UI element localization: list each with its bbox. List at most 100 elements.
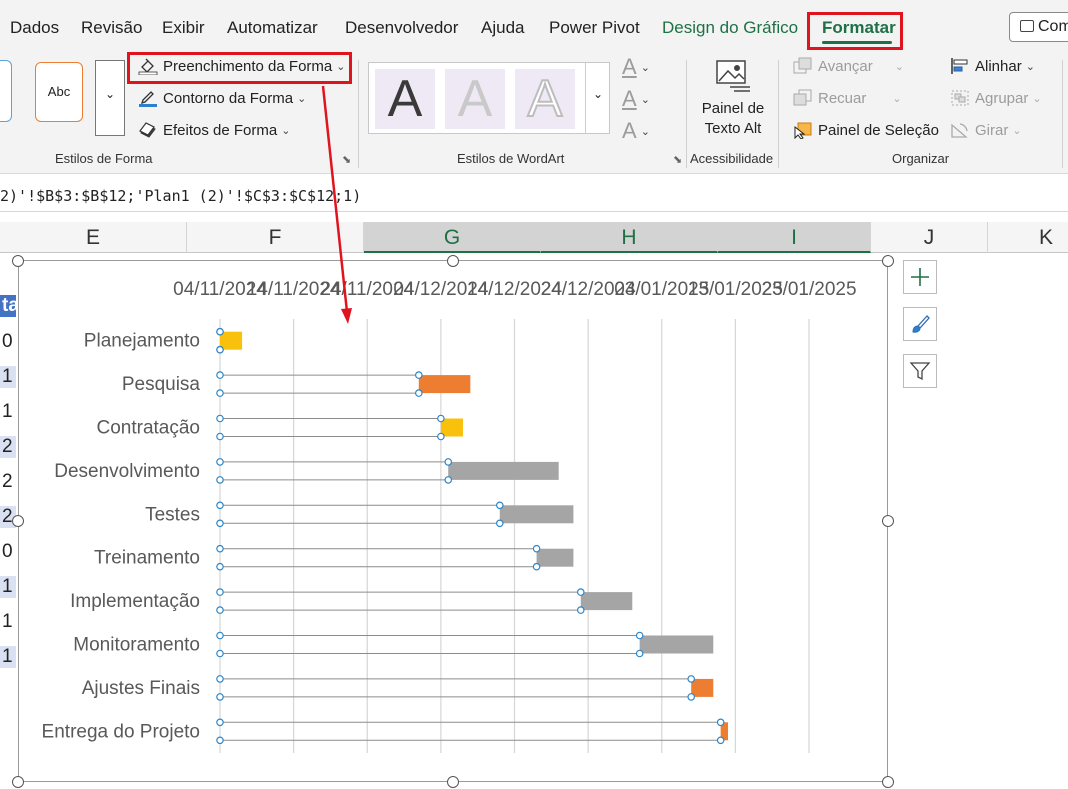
- resize-handle[interactable]: [882, 255, 894, 267]
- shape-styles-group-label: Estilos de Forma: [55, 151, 153, 166]
- resize-handle[interactable]: [447, 255, 459, 267]
- dialog-launcher-icon[interactable]: ⬊: [342, 153, 351, 166]
- gantt-chart[interactable]: 04/11/2024 14/11/2024 24/11/2024 04/12/2024…: [18, 260, 888, 782]
- send-backward-button[interactable]: Recuar ⌄: [793, 89, 902, 107]
- paintbrush-icon: [912, 315, 930, 333]
- shape-styles-more-button[interactable]: ⌄: [95, 60, 125, 136]
- align-button[interactable]: Alinhar ⌄: [950, 57, 1035, 75]
- column-header-h[interactable]: H: [541, 222, 718, 253]
- gantt-chart-svg: 04/11/202414/11/202424/11/202404/12/2024…: [42, 279, 857, 753]
- resize-handle[interactable]: [882, 515, 894, 527]
- resize-handle[interactable]: [12, 776, 24, 788]
- dialog-launcher-icon[interactable]: ⬊: [673, 153, 682, 166]
- column-header-k[interactable]: K: [988, 222, 1068, 253]
- shape-style-swatch-label: Abc: [47, 84, 71, 99]
- wordart-style-outline[interactable]: A: [515, 69, 575, 129]
- menu-revisao[interactable]: Revisão: [81, 18, 142, 38]
- comments-label: Com: [1038, 18, 1068, 35]
- column-header-e[interactable]: E: [0, 222, 187, 253]
- shape-style-swatch-orange[interactable]: Abc: [35, 62, 83, 122]
- menu-exibir[interactable]: Exibir: [162, 18, 205, 38]
- cell-partial[interactable]: 1: [0, 366, 16, 388]
- column-header-f[interactable]: F: [187, 222, 364, 253]
- text-fill-button[interactable]: A ⌄: [622, 54, 650, 80]
- duration-bar: [220, 331, 243, 350]
- alt-text-icon: [716, 60, 750, 92]
- y-category-label: Planejamento: [84, 331, 200, 352]
- series-selection-handle: [532, 562, 541, 571]
- cell-partial[interactable]: 0: [0, 331, 16, 353]
- menu-design-do-grafico[interactable]: Design do Gráfico: [662, 18, 798, 38]
- series-selection-handle: [216, 736, 224, 745]
- excel-window: Dados Revisão Exibir Automatizar Desenvo…: [0, 0, 1068, 789]
- cell-partial[interactable]: 2: [0, 471, 16, 493]
- formula-bar[interactable]: 2)'!$B$3:$B$12;'Plan1 (2)'!$C$3:$C$12;1): [0, 180, 1068, 212]
- cell-partial[interactable]: 1: [0, 576, 16, 598]
- series-selection-handle: [576, 606, 585, 614]
- wordart-style-light[interactable]: A: [445, 69, 505, 129]
- align-label: Alinhar: [975, 57, 1022, 75]
- cell-partial[interactable]: 1: [0, 646, 16, 668]
- column-header-i[interactable]: I: [718, 222, 871, 253]
- cell-partial[interactable]: 2: [0, 436, 16, 458]
- chevron-down-icon: ⌄: [1032, 92, 1042, 105]
- cell-partial-header[interactable]: ta: [0, 295, 16, 317]
- y-category-label: Ajustes Finais: [82, 678, 200, 699]
- duration-bar: [639, 635, 714, 654]
- formula-text: 2)'!$B$3:$B$12;'Plan1 (2)'!$C$3:$C$12;1): [0, 187, 362, 205]
- series-selection-handle: [216, 519, 224, 528]
- series-selection-handle: [216, 501, 224, 510]
- pen-outline-icon: [139, 91, 157, 107]
- menu-desenvolvedor[interactable]: Desenvolvedor: [345, 18, 458, 38]
- bring-forward-button[interactable]: Avançar ⌄: [793, 57, 904, 75]
- shape-outline-button[interactable]: Contorno da Forma ⌄: [138, 89, 306, 107]
- chart-elements-button[interactable]: [903, 260, 937, 294]
- wordart-style-dark[interactable]: A: [375, 69, 435, 129]
- column-header-j[interactable]: J: [871, 222, 988, 253]
- shape-effects-label: Efeitos de Forma: [163, 121, 278, 139]
- menu-dados[interactable]: Dados: [10, 18, 59, 38]
- arrange-group-label: Organizar: [892, 151, 950, 166]
- comments-button[interactable]: Com: [1009, 12, 1068, 42]
- rotate-button[interactable]: Girar ⌄: [950, 121, 1022, 139]
- series-selection-handle: [216, 389, 224, 397]
- group-objects-button[interactable]: Agrupar ⌄: [950, 89, 1042, 107]
- cell-partial[interactable]: 0: [0, 541, 16, 563]
- send-backward-icon: [793, 89, 812, 106]
- menu-ajuda[interactable]: Ajuda: [481, 18, 524, 38]
- filter-icon: [909, 362, 931, 381]
- text-fill-icon: A: [622, 54, 637, 79]
- cell-partial[interactable]: 1: [0, 401, 16, 423]
- selection-pane-button[interactable]: Painel de Seleção: [793, 121, 939, 139]
- resize-handle[interactable]: [12, 255, 24, 267]
- chevron-down-icon: ⌄: [281, 124, 291, 137]
- series-selection-handle: [437, 432, 445, 441]
- alt-text-button[interactable]: Painel de Texto Alt: [692, 58, 774, 144]
- selection-pane-label: Painel de Seleção: [818, 121, 939, 139]
- column-header-g[interactable]: G: [364, 222, 541, 253]
- y-category-label: Treinamento: [94, 548, 200, 569]
- series-selection-handle: [216, 371, 224, 379]
- chart-filters-button[interactable]: [903, 354, 937, 388]
- series-selection-handle: [635, 631, 644, 640]
- chart-styles-button[interactable]: [903, 307, 937, 341]
- text-outline-button[interactable]: A ⌄: [622, 86, 650, 112]
- menu-power-pivot[interactable]: Power Pivot: [549, 18, 640, 38]
- menu-automatizar[interactable]: Automatizar: [227, 18, 318, 38]
- resize-handle[interactable]: [447, 776, 459, 788]
- series-selection-handle: [635, 649, 644, 658]
- series-selection-handle: [216, 675, 224, 683]
- wordart-more-button[interactable]: ⌄: [585, 63, 610, 133]
- group-objects-icon: [951, 90, 969, 106]
- shape-style-swatch-blue[interactable]: [0, 60, 12, 122]
- chevron-down-icon: ⌄: [1012, 124, 1022, 137]
- text-effects-button[interactable]: A ⌄: [622, 118, 650, 144]
- resize-handle[interactable]: [882, 776, 894, 788]
- bring-forward-icon: [793, 57, 812, 74]
- series-selection-handle: [687, 675, 696, 683]
- series-selection-handle: [216, 588, 224, 596]
- cell-partial[interactable]: 1: [0, 611, 16, 633]
- group-objects-label: Agrupar: [975, 89, 1029, 107]
- shape-effects-button[interactable]: Efeitos de Forma ⌄: [138, 121, 290, 139]
- resize-handle[interactable]: [12, 515, 24, 527]
